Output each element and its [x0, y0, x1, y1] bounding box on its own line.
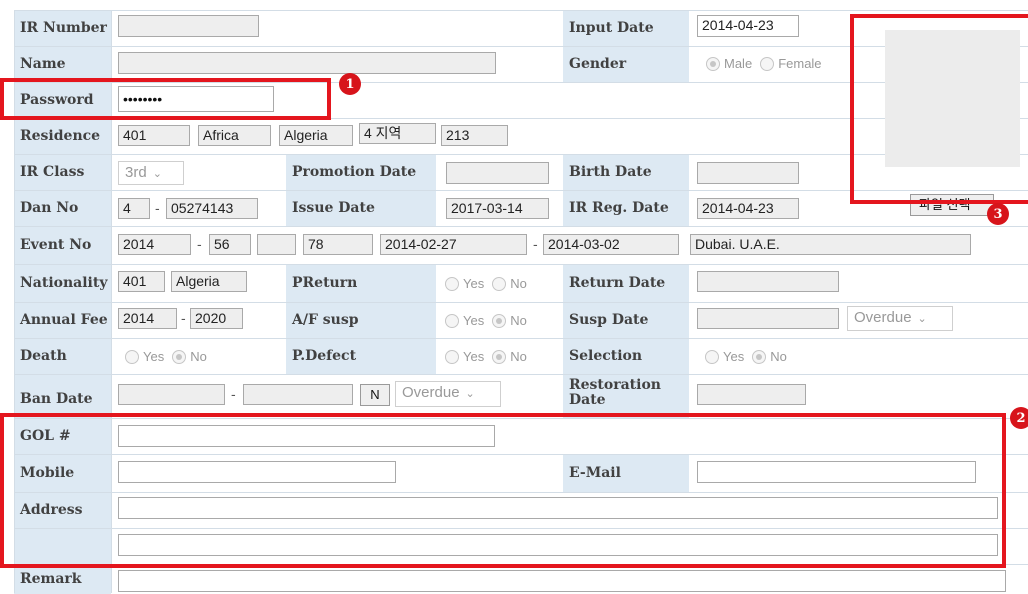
- ban-date-from-input[interactable]: [118, 384, 225, 405]
- nationality-name-input[interactable]: Algeria: [171, 271, 247, 292]
- file-select-button[interactable]: 파일 선택: [910, 194, 994, 216]
- birth-date-input[interactable]: [697, 162, 799, 184]
- password-input[interactable]: ••••••••: [118, 86, 274, 112]
- label-nationality: Nationality: [14, 264, 111, 302]
- label-ir-class: IR Class: [14, 154, 111, 190]
- residence-code-input[interactable]: 401: [118, 125, 190, 146]
- af-susp-yes-radio[interactable]: [445, 313, 459, 328]
- label-ir-reg-date: IR Reg. Date: [563, 190, 689, 226]
- label-email: E-Mail: [563, 454, 689, 492]
- ban-flag-button[interactable]: N: [360, 384, 390, 406]
- dan-no-prefix-input[interactable]: 4: [118, 198, 150, 219]
- return-date-input[interactable]: [697, 271, 839, 292]
- mobile-input[interactable]: [118, 461, 396, 483]
- chevron-down-icon: ⌄: [465, 388, 475, 400]
- ir-reg-date-input[interactable]: 2014-04-23: [697, 198, 799, 219]
- label-af-susp: A/F susp: [286, 302, 436, 338]
- gender-radio-group[interactable]: Male Female: [706, 56, 822, 71]
- label-p-defect: P.Defect: [286, 338, 436, 374]
- profile-photo: [885, 30, 1020, 167]
- restoration-date-input[interactable]: [697, 384, 806, 405]
- gender-male-radio[interactable]: [706, 56, 720, 71]
- label-address: Address: [14, 492, 111, 528]
- label-return-date: Return Date: [563, 264, 689, 302]
- label-birth-date: Birth Date: [563, 154, 689, 190]
- event-seq-input[interactable]: 56: [209, 234, 251, 255]
- preturn-yes-radio[interactable]: [445, 276, 459, 291]
- label-promotion-date: Promotion Date: [286, 154, 436, 190]
- gender-female-radio[interactable]: [760, 56, 775, 71]
- event-start-date-input[interactable]: 2014-02-27: [380, 234, 527, 255]
- annotation-badge-1: 1: [339, 73, 361, 95]
- input-date-field[interactable]: 2014-04-23: [697, 15, 799, 37]
- label-selection: Selection: [563, 338, 689, 374]
- death-no-radio[interactable]: [172, 349, 187, 364]
- selection-yes-radio[interactable]: [705, 349, 719, 364]
- gol-input[interactable]: [118, 425, 495, 447]
- susp-date-input[interactable]: [697, 308, 839, 329]
- death-radio-group[interactable]: Yes No: [125, 349, 207, 364]
- event-code-input[interactable]: 78: [303, 234, 373, 255]
- annual-fee-to-input[interactable]: 2020: [190, 308, 243, 329]
- nationality-code-input[interactable]: 401: [118, 271, 165, 292]
- label-remark: Remark: [14, 564, 111, 594]
- chevron-down-icon: ⌄: [152, 168, 162, 180]
- event-end-date-input[interactable]: 2014-03-02: [543, 234, 679, 255]
- ban-date-to-input[interactable]: [243, 384, 353, 405]
- label-password: Password: [14, 82, 111, 118]
- label-dan-no: Dan No: [14, 190, 111, 226]
- label-mobile: Mobile: [14, 454, 111, 492]
- label-gol: GOL #: [14, 418, 111, 454]
- label-ban-date: Ban Date: [14, 374, 111, 418]
- label-annual-fee: Annual Fee: [14, 302, 111, 338]
- label-restoration-date: Restoration Date: [563, 374, 689, 418]
- residence-area-input[interactable]: 4 지역: [359, 123, 436, 144]
- selection-radio-group[interactable]: Yes No: [705, 349, 787, 364]
- death-yes-radio[interactable]: [125, 349, 139, 364]
- label-input-date: Input Date: [563, 10, 689, 46]
- address-line2-input[interactable]: [118, 534, 998, 556]
- ir-number-input[interactable]: [118, 15, 259, 37]
- issue-date-input[interactable]: 2017-03-14: [446, 198, 549, 219]
- selection-no-radio[interactable]: [752, 349, 767, 364]
- event-year-input[interactable]: 2014: [118, 234, 191, 255]
- preturn-no-radio[interactable]: [492, 276, 507, 291]
- label-name: Name: [14, 46, 111, 82]
- p-defect-yes-radio[interactable]: [445, 349, 459, 364]
- label-issue-date: Issue Date: [286, 190, 436, 226]
- address-line1-input[interactable]: [118, 497, 998, 519]
- p-defect-radio-group[interactable]: Yes No: [445, 349, 527, 364]
- name-input[interactable]: [118, 52, 496, 74]
- ir-class-select[interactable]: 3rd ⌄: [118, 161, 184, 185]
- event-venue-input[interactable]: Dubai. U.A.E.: [690, 234, 971, 255]
- label-address-continued: [14, 528, 111, 564]
- remark-input[interactable]: [118, 570, 1006, 592]
- promotion-date-input[interactable]: [446, 162, 549, 184]
- label-preturn: PReturn: [286, 264, 436, 302]
- chevron-down-icon: ⌄: [917, 313, 927, 325]
- af-susp-radio-group[interactable]: Yes No: [445, 313, 527, 328]
- annual-fee-from-input[interactable]: 2014: [118, 308, 177, 329]
- residence-country-input[interactable]: Algeria: [279, 125, 353, 146]
- label-residence: Residence: [14, 118, 111, 154]
- af-susp-no-radio[interactable]: [492, 313, 507, 328]
- label-death: Death: [14, 338, 111, 374]
- preturn-radio-group[interactable]: Yes No: [445, 276, 527, 291]
- annotation-badge-3: 3: [987, 203, 1009, 225]
- residence-phone-code-input[interactable]: 213: [441, 125, 508, 146]
- email-input[interactable]: [697, 461, 976, 483]
- ban-status-select[interactable]: Overdue ⌄: [395, 381, 501, 407]
- label-ir-number: IR Number: [14, 10, 111, 46]
- p-defect-no-radio[interactable]: [492, 349, 507, 364]
- annotation-badge-2: 2: [1010, 407, 1028, 429]
- label-susp-date: Susp Date: [563, 302, 689, 338]
- dan-no-input[interactable]: 05274143: [166, 198, 258, 219]
- residence-region-input[interactable]: Africa: [198, 125, 271, 146]
- label-event-no: Event No: [14, 226, 111, 264]
- label-gender: Gender: [563, 46, 689, 82]
- susp-status-select[interactable]: Overdue ⌄: [847, 306, 953, 331]
- event-extra-input[interactable]: [257, 234, 296, 255]
